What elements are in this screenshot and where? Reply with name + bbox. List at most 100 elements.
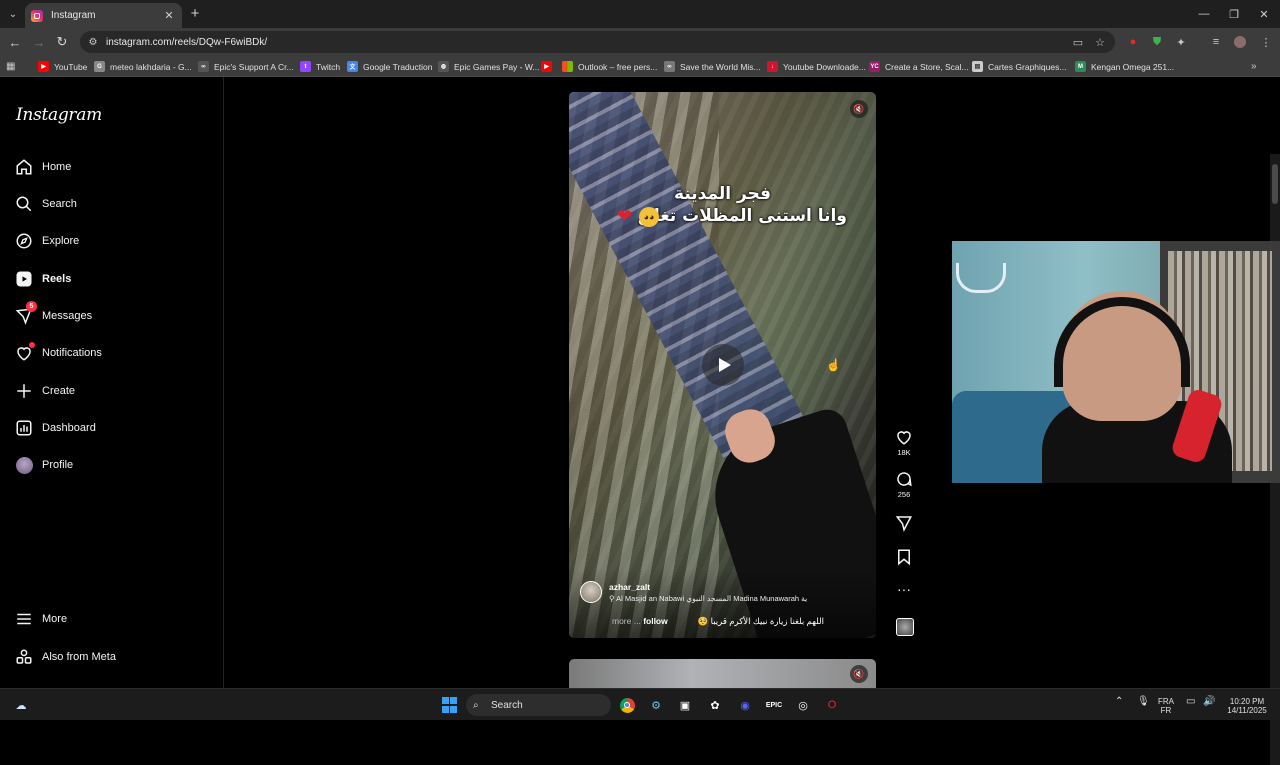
obs-icon[interactable]: ◎ [794,696,812,714]
browser-tab-strip: ⌄ Instagram ✕ + — ❐ ✕ [0,0,1280,28]
chrome-icon[interactable] [618,696,636,714]
tab-search-chevron-icon[interactable]: ⌄ [2,3,24,25]
taskbar-search[interactable]: ⌕ Search [466,694,611,716]
notification-dot [29,342,35,348]
network-icon[interactable]: ▭ [1186,697,1195,707]
tab-close-icon[interactable]: ✕ [162,9,176,22]
epic-games-icon[interactable]: EPIC [765,696,783,714]
media-control-icon[interactable]: ≡ [1208,34,1224,50]
nav-create[interactable]: Create [12,375,212,407]
bookmarks-overflow-icon[interactable]: » [1251,59,1257,74]
browser-tab-instagram[interactable]: Instagram ✕ [25,3,182,28]
tray-overflow-icon[interactable]: ⌃ [1115,697,1123,707]
follow-link[interactable]: follow [643,616,668,626]
nav-home[interactable]: Home [12,151,212,183]
red-heart-emoji-icon: ❤ [617,206,633,226]
bookmark-save-the-world[interactable]: ∞ Save the World Mis... [664,59,761,74]
play-button[interactable] [702,344,744,386]
nav-profile[interactable]: Profile [12,449,212,481]
hand-cursor-icon: ☝ [826,358,841,372]
nav-more[interactable]: More [12,603,212,635]
audio-muted-icon[interactable]: 🔇 [850,100,868,118]
chatgpt-icon[interactable]: ✿ [706,696,724,714]
webcam-neon-sign [956,263,1006,293]
bookmark-cartes-graphiques[interactable]: ▤ Cartes Graphiques... [972,59,1066,74]
manga-icon: M [1075,61,1086,72]
site-info-icon[interactable]: ⚙ [86,37,100,48]
back-arrow-icon[interactable]: ← [6,33,24,51]
discord-icon[interactable]: ◉ [736,696,754,714]
compass-icon [12,229,36,253]
nav-dashboard[interactable]: Dashboard [12,412,212,444]
steam-icon[interactable]: ⚙ [647,696,665,714]
more-options-icon[interactable]: ··· [892,582,916,596]
reel-overlay-text-1: فجر المدينة [674,184,771,204]
bookmark-youtube-downloader[interactable]: ↓ Youtube Downloade... [767,59,866,74]
extensions-puzzle-icon[interactable]: ✦ [1173,34,1189,50]
nav-messages[interactable]: 5 Messages [12,300,212,332]
nav-reels[interactable]: Reels [12,263,212,295]
volume-icon[interactable]: 🔊 [1203,697,1215,707]
comment-button[interactable]: 256 [892,470,916,499]
audio-muted-icon[interactable]: 🔇 [850,665,868,683]
more-link[interactable]: more ... [612,616,641,626]
address-bar[interactable]: ⚙ instagram.com/reels/DQw-F6wiBDk/ [80,31,1115,53]
bookmark-epic-support[interactable]: ∞ Epic's Support A Cr... [198,59,294,74]
bookmark-create-store[interactable]: YC Create a Store, Scal... [869,59,969,74]
opera-gx-icon[interactable]: O [823,696,841,714]
scrollbar-thumb[interactable] [1272,164,1278,204]
restore-icon[interactable]: ❐ [1218,0,1250,28]
reels-icon [12,267,36,291]
author-username[interactable]: azhar_zalt [609,582,650,592]
like-heart-icon [897,431,911,445]
link-icon: ∞ [664,61,675,72]
nav-search[interactable]: Search [12,188,212,220]
language-indicator[interactable]: FRA FR [1158,697,1174,715]
bookmark-twitch[interactable]: t Twitch [300,59,340,74]
apps-grid-icon[interactable]: ▦ [6,59,15,74]
plus-icon [12,379,36,403]
messages-badge: 5 [26,301,37,312]
windows-taskbar: ☁ ⌕ Search ⚙ ▣ ✿ ◉ EPIC ◎ O ⌃ 🎙 FRA FR ▭ 🔊… [0,688,1280,720]
url-text: instagram.com/reels/DQw-F6wiBDk/ [106,36,268,48]
save-button[interactable] [892,548,916,566]
microsoft-icon [562,61,573,72]
new-tab-plus-icon[interactable]: + [188,5,202,22]
bookmark-icon [898,549,910,566]
reload-icon[interactable]: ↻ [53,33,71,51]
share-button[interactable] [892,514,916,532]
dashboard-icon [12,416,36,440]
profile-avatar-icon[interactable] [1232,34,1248,50]
original-audio-thumbnail[interactable] [896,618,914,636]
forward-arrow-icon[interactable]: → [30,33,48,51]
bookmark-youtube-2[interactable]: ▶ [541,59,557,74]
instagram-logo[interactable]: Instagram [16,105,102,125]
author-avatar[interactable] [580,581,602,603]
reel-video[interactable]: فجر المدينة وانا استنى المظلات تغلق ❤ ◕◕… [569,92,876,638]
windows-start-icon[interactable] [440,696,458,714]
bookmark-epic-games-pay[interactable]: ◍ Epic Games Pay - W... [438,59,540,74]
chrome-menu-icon[interactable]: ⋮ [1258,34,1274,50]
nav-explore[interactable]: Explore [12,225,212,257]
minimize-icon[interactable]: — [1188,0,1220,28]
extension-red-icon[interactable]: ● [1125,34,1141,50]
clock[interactable]: 10:20 PM 14/11/2025 [1225,697,1269,715]
bookmark-google-translate[interactable]: 文 Google Traduction [347,59,432,74]
photos-icon[interactable]: ▣ [676,696,694,714]
nav-notifications[interactable]: Notifications [12,337,212,369]
weather-widget-icon[interactable]: ☁ [12,696,30,714]
bookmark-meteo[interactable]: Gmeteo lakhdaria - G... [94,59,192,74]
nav-also-from-meta[interactable]: Also from Meta [12,641,212,673]
bookmark-star-icon[interactable]: ☆ [1092,34,1108,50]
reel-location[interactable]: ⚲ Al Masjid an Nabawi المسجد النبوي Madi… [609,594,807,603]
webcam-overlay [952,241,1280,483]
install-app-icon[interactable]: ▭ [1070,34,1086,50]
microphone-icon[interactable]: 🎙 [1137,697,1150,707]
google-icon: G [94,61,105,72]
bookmark-outlook[interactable]: Outlook – free pers... [562,59,657,74]
bookmark-kengan-omega[interactable]: M Kengan Omega 251... [1075,59,1174,74]
like-button[interactable]: 18K [892,428,916,457]
extension-shield-icon[interactable]: ⛊ [1149,34,1165,50]
bookmark-youtube[interactable]: ▶ YouTube [38,59,87,74]
window-close-icon[interactable]: ✕ [1248,0,1280,28]
